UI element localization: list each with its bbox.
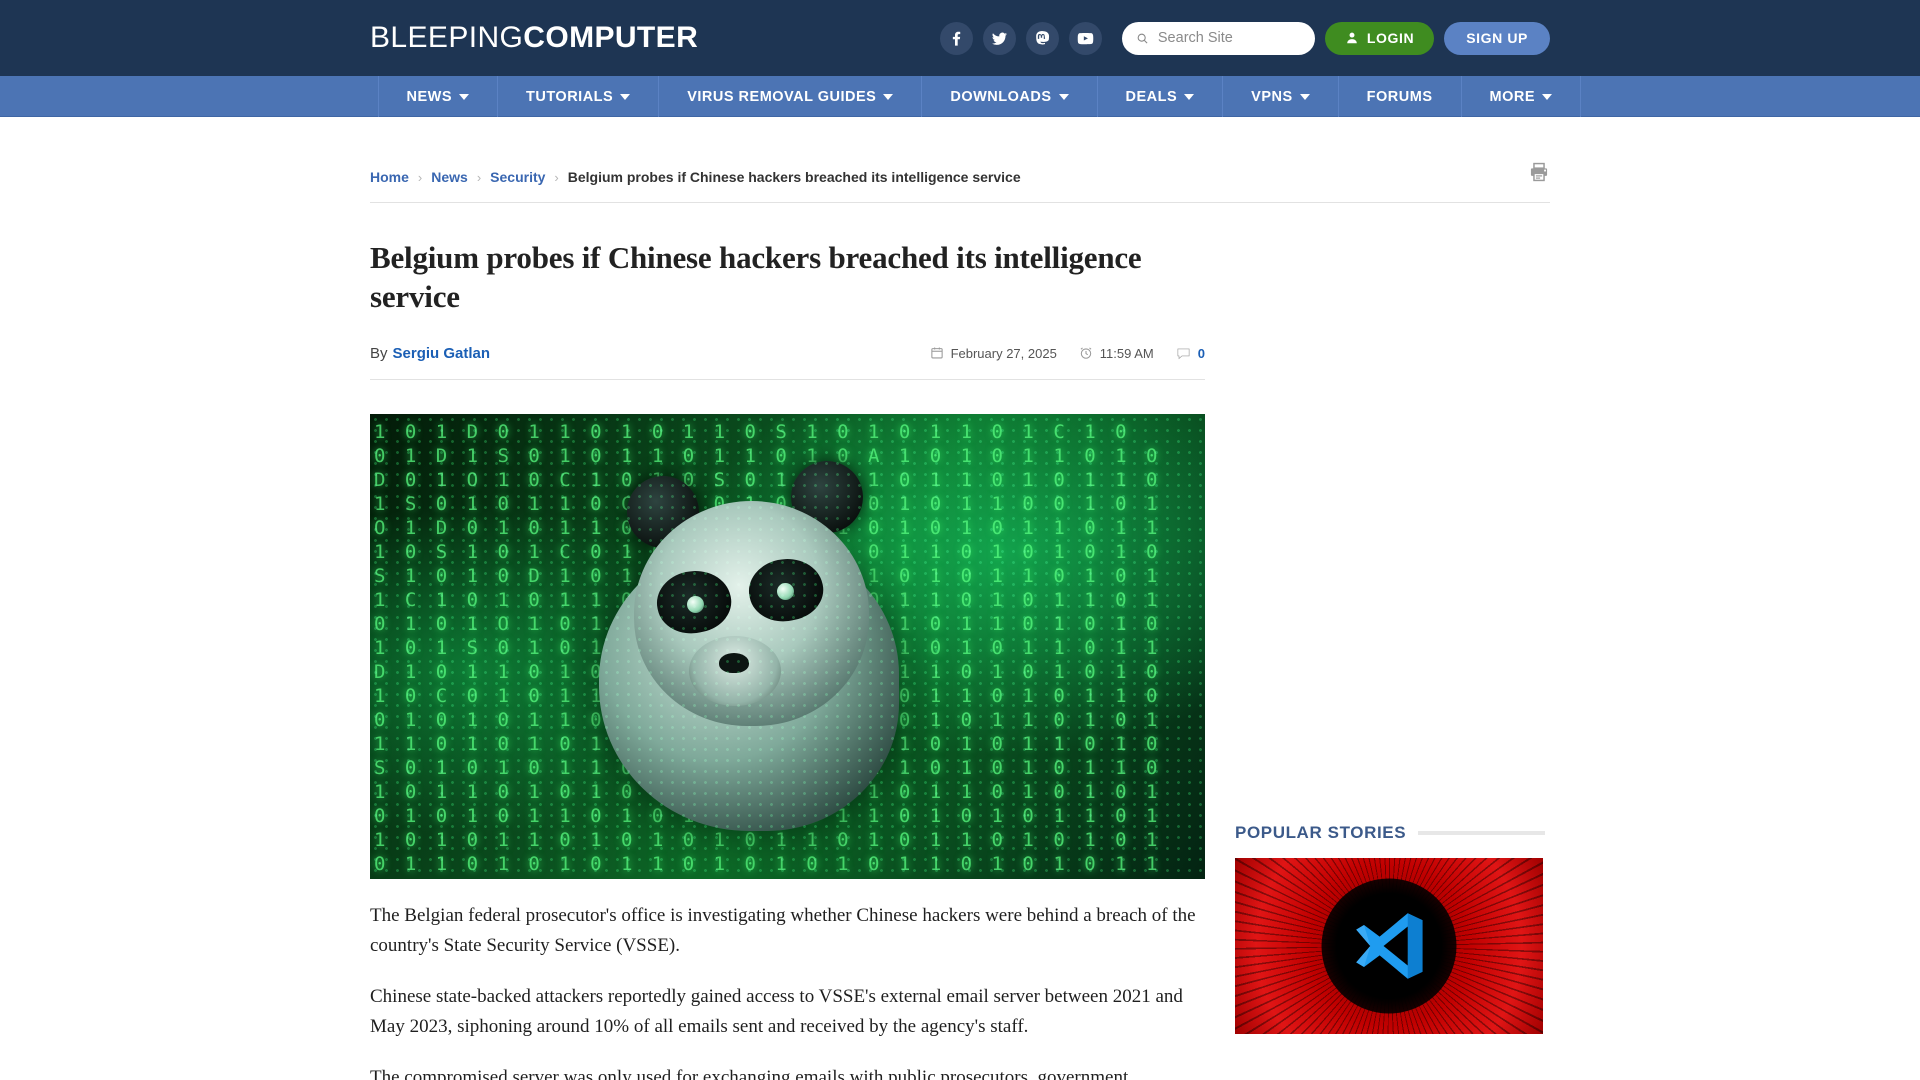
content-columns: Belgium probes if Chinese hackers breach…: [370, 203, 1550, 1080]
breadcrumb-separator: ›: [476, 169, 482, 185]
signup-button[interactable]: SIGN UP: [1444, 21, 1550, 55]
popular-stories-header: POPULAR STORIES: [1235, 823, 1545, 843]
article-paragraph: The compromised server was only used for…: [370, 1063, 1205, 1080]
breadcrumb: Home › News › Security › Belgium probes …: [370, 162, 1550, 203]
mastodon-icon[interactable]: [1025, 21, 1059, 55]
nav-item-forums[interactable]: FORUMS: [1339, 76, 1462, 117]
nav-item-deals[interactable]: DEALS: [1098, 76, 1224, 117]
chevron-down-icon: [459, 93, 469, 100]
twitter-icon[interactable]: [982, 21, 1016, 55]
comments-link[interactable]: 0: [1176, 346, 1205, 361]
search-box[interactable]: [1121, 21, 1315, 55]
calendar-icon: [930, 347, 943, 359]
vscode-popular-story-thumbnail[interactable]: [1235, 858, 1543, 1034]
nav-label: VPNS: [1251, 88, 1293, 105]
article-byline: By Sergiu Gatlan February 27, 2025 11:59…: [370, 345, 1205, 380]
breadcrumb-separator: ›: [417, 169, 423, 185]
breadcrumb-home[interactable]: Home: [370, 169, 409, 185]
search-icon: [1137, 33, 1148, 43]
comment-icon: [1177, 348, 1190, 359]
article-meta: February 27, 2025 11:59 AM 0: [930, 346, 1205, 361]
publish-date-text: February 27, 2025: [950, 345, 1057, 361]
byline-by-label: By: [370, 344, 388, 362]
chevron-down-icon: [1058, 93, 1069, 100]
social-links: [939, 21, 1102, 55]
chevron-down-icon: [883, 93, 894, 100]
login-label: LOGIN: [1366, 30, 1415, 46]
nav-item-news[interactable]: NEWS: [379, 76, 498, 117]
user-icon: [1347, 32, 1357, 44]
nav-label: DOWNLOADS: [950, 88, 1052, 105]
nav-item-virus-removal-guides[interactable]: VIRUS REMOVAL GUIDES: [659, 76, 923, 117]
nav-item-more[interactable]: MORE: [1462, 76, 1582, 117]
site-header: BLEEPINGCOMPUTER Search Site LOGIN SIGN …: [0, 0, 1920, 76]
chevron-down-icon: [1542, 93, 1553, 100]
logo-text-bold: COMPUTER: [523, 21, 699, 54]
vscode-logo-icon: [1356, 913, 1423, 979]
search-input[interactable]: [1157, 30, 1301, 46]
nav-items-container: NEWS TUTORIALS VIRUS REMOVAL GUIDES DOWN…: [377, 76, 1582, 117]
print-icon[interactable]: [1528, 161, 1550, 188]
sidebar-column: POPULAR STORIES: [1235, 203, 1545, 1080]
header-inner: BLEEPINGCOMPUTER Search Site LOGIN SIGN …: [370, 0, 1550, 76]
paragraph-text: Chinese state-backed attackers reportedl…: [370, 985, 1183, 1037]
article-column: Belgium probes if Chinese hackers breach…: [370, 203, 1205, 1080]
logo-text-thin: BLEEPING: [370, 21, 524, 54]
nav-label: MORE: [1489, 88, 1536, 105]
clock-icon: [1080, 347, 1092, 359]
chevron-down-icon: [1184, 93, 1195, 100]
facebook-icon[interactable]: [939, 21, 973, 55]
publish-time-text: 11:59 AM: [1099, 345, 1154, 361]
site-logo[interactable]: BLEEPINGCOMPUTER: [370, 21, 698, 55]
page-body: Home › News › Security › Belgium probes …: [0, 117, 1920, 1080]
header-right-group: LOGIN SIGN UP: [939, 21, 1550, 55]
paragraph-text: The Belgian federal prosecutor's office …: [370, 904, 1196, 956]
breadcrumb-news[interactable]: News: [431, 169, 468, 185]
paragraph-text: The compromised server was only used for…: [370, 1066, 1129, 1080]
page-title: Belgium probes if Chinese hackers breach…: [370, 240, 1142, 314]
login-button[interactable]: LOGIN: [1324, 21, 1435, 55]
popular-stories-title: POPULAR STORIES: [1235, 823, 1407, 842]
article-paragraph: The Belgian federal prosecutor's office …: [370, 901, 1205, 961]
breadcrumb-security[interactable]: Security: [490, 169, 545, 185]
comment-count: 0: [1197, 345, 1205, 361]
chevron-down-icon: [1299, 93, 1310, 100]
nav-item-downloads[interactable]: DOWNLOADS: [922, 76, 1098, 117]
nav-item-vpns[interactable]: VPNS: [1223, 76, 1339, 117]
breadcrumb-separator: ›: [554, 169, 559, 185]
nav-label: DEALS: [1125, 88, 1178, 105]
nav-label: VIRUS REMOVAL GUIDES: [687, 88, 877, 105]
youtube-icon[interactable]: [1068, 21, 1102, 55]
publish-date: February 27, 2025: [930, 346, 1057, 361]
nav-label: FORUMS: [1366, 88, 1433, 105]
hero-dot-texture: [370, 413, 1205, 879]
article-paragraph: Chinese state-backed attackers reportedl…: [370, 982, 1205, 1042]
breadcrumb-current: Belgium probes if Chinese hackers breach…: [567, 169, 1021, 185]
main-navigation: NEWS TUTORIALS VIRUS REMOVAL GUIDES DOWN…: [0, 76, 1920, 117]
nav-label: NEWS: [406, 88, 452, 105]
nav-item-tutorials[interactable]: TUTORIALS: [498, 76, 660, 117]
sidebar-ad-slot: [1235, 203, 1545, 803]
signup-label: SIGN UP: [1466, 30, 1528, 46]
author-link[interactable]: Sergiu Gatlan: [393, 345, 491, 362]
nav-label: TUTORIALS: [526, 88, 614, 105]
article-body: The Belgian federal prosecutor's office …: [370, 901, 1205, 1080]
breadcrumb-list: Home › News › Security › Belgium probes …: [370, 169, 1021, 185]
chevron-down-icon: [620, 93, 631, 100]
section-divider: [1418, 831, 1545, 835]
article-hero-image: 1 0 1 D 0 1 1 0 1 0 1 1 0 S 1 0 1 0 1 1 …: [370, 413, 1205, 879]
publish-time: 11:59 AM: [1079, 346, 1154, 361]
